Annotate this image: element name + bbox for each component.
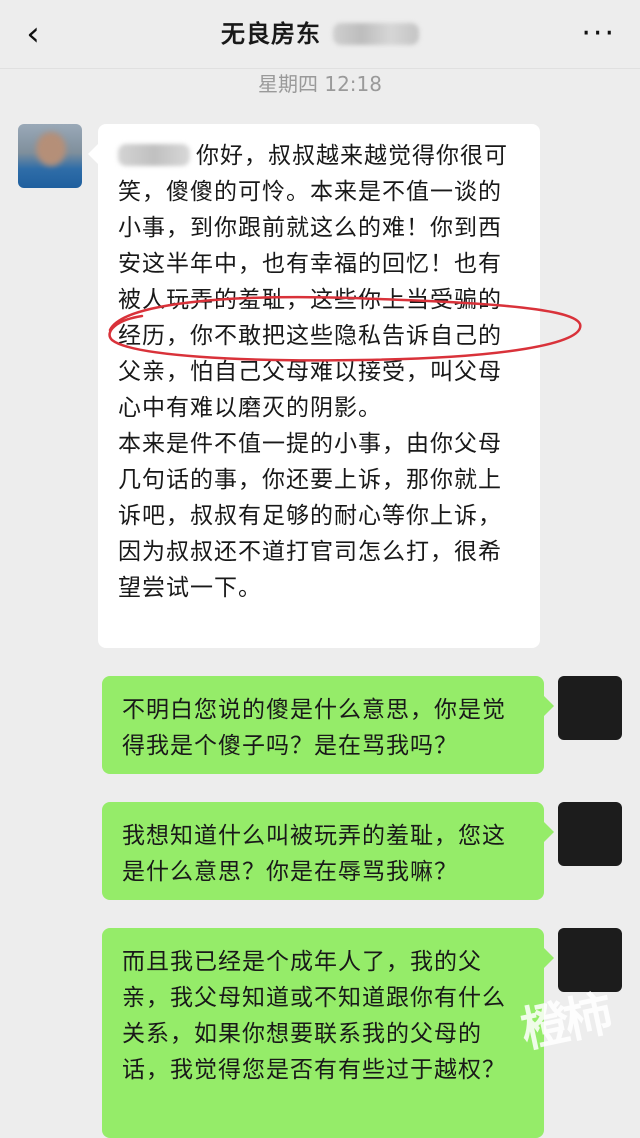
message-text: 不明白您说的傻是什么意思，你是觉得我是个傻子吗？是在骂我吗？ (122, 697, 506, 759)
message-timestamp: 星期四 12:18 (258, 72, 382, 96)
message-text: 而且我已经是个成年人了，我的父亲，我父母知道或不知道跟你有什么关系，如果你想要联… (122, 949, 506, 1083)
chat-title: 无良房东 (0, 16, 640, 52)
chat-header: ‹ 无良房东 ··· (0, 0, 640, 69)
contact-name: 无良房东 (221, 20, 321, 48)
message-text: 我想知道什么叫被玩弄的羞耻，您这是什么意思？你是在辱骂我嘛？ (122, 823, 506, 885)
message-text: 你好，叔叔越来越觉得你很可笑，傻傻的可怜。本来是不值一谈的小事，到你跟前就这么的… (118, 143, 508, 601)
my-avatar[interactable] (558, 802, 622, 866)
my-avatar[interactable] (558, 676, 622, 740)
my-avatar[interactable] (558, 928, 622, 992)
blurred-recipient-name (118, 144, 190, 166)
outgoing-message-bubble[interactable]: 而且我已经是个成年人了，我的父亲，我父母知道或不知道跟你有什么关系，如果你想要联… (102, 928, 554, 1138)
outgoing-message-bubble[interactable]: 我想知道什么叫被玩弄的羞耻，您这是什么意思？你是在辱骂我嘛？ (102, 802, 554, 900)
watermark-logo: 橙柿 (516, 986, 614, 1060)
contact-avatar[interactable] (18, 124, 82, 188)
outgoing-message-bubble[interactable]: 不明白您说的傻是什么意思，你是觉得我是个傻子吗？是在骂我吗？ (102, 676, 554, 774)
more-dots-icon[interactable]: ··· (581, 16, 616, 52)
blurred-face (36, 132, 66, 166)
incoming-message-bubble[interactable]: 你好，叔叔越来越觉得你很可笑，傻傻的可怜。本来是不值一谈的小事，到你跟前就这么的… (88, 124, 540, 648)
blurred-contact-suffix (333, 23, 419, 45)
